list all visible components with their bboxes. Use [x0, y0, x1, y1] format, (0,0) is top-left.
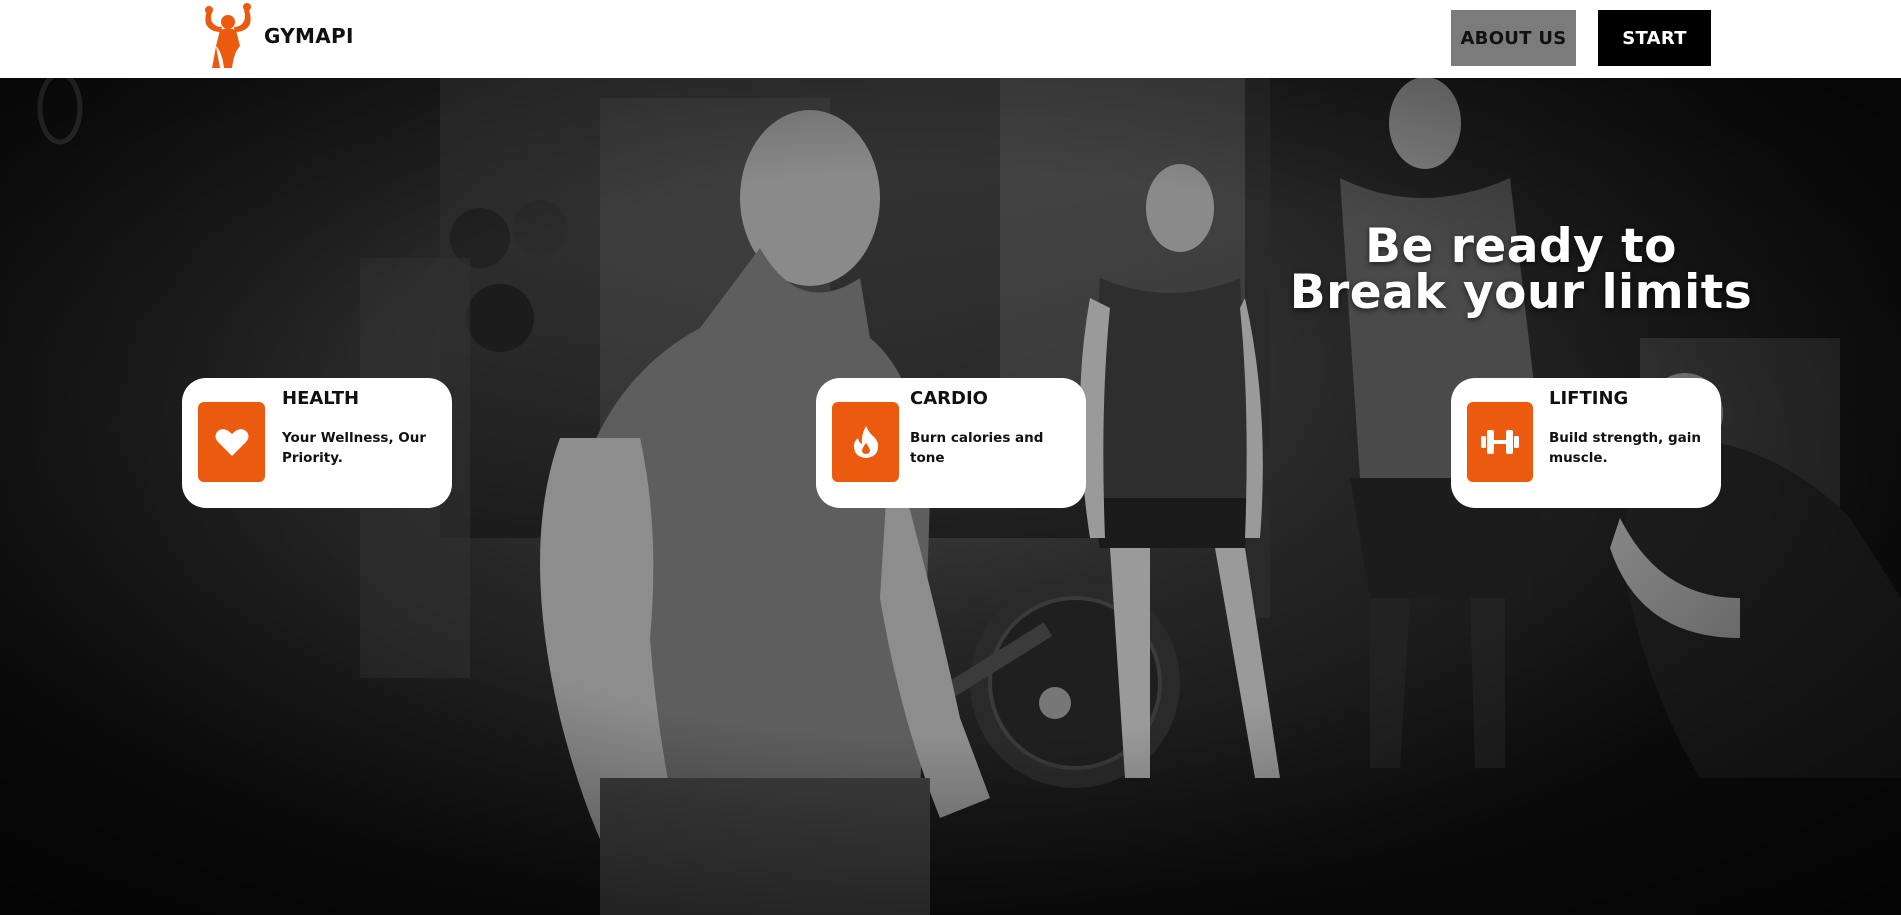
feature-title: CARDIO	[910, 388, 988, 409]
brand-logo-link[interactable]: GYMAPI	[194, 2, 354, 70]
hero-headline-line2: Break your limits	[1289, 265, 1753, 320]
heart-icon	[215, 429, 248, 456]
feature-description: Your Wellness, Our Priority.	[282, 430, 427, 466]
flame-icon	[853, 426, 878, 458]
feature-title: HEALTH	[282, 388, 360, 409]
dumbbell-icon	[1481, 430, 1519, 454]
feature-card-cardio: CARDIO Burn calories and tone	[816, 378, 1086, 508]
feature-title: LIFTING	[1549, 388, 1629, 409]
start-button[interactable]: START	[1598, 10, 1711, 66]
about-us-button[interactable]: ABOUT US	[1451, 10, 1576, 66]
feature-description: Burn calories and tone	[910, 430, 1044, 466]
cardio-badge	[832, 402, 899, 482]
flexing-bodybuilder-icon	[205, 3, 251, 68]
hero-headline-line1: Be ready to	[1365, 219, 1677, 274]
feature-card-health: HEALTH Your Wellness, Our Priority.	[182, 378, 452, 508]
feature-description: Build strength, gain muscle.	[1549, 430, 1702, 466]
top-navigation-bar: GYMAPI ABOUT US START	[0, 0, 1901, 78]
feature-card-lifting: LIFTING Build strength, gain muscle.	[1451, 378, 1721, 508]
health-badge	[198, 402, 265, 482]
brand-name: GYMAPI	[264, 24, 354, 48]
lifting-badge	[1467, 402, 1533, 482]
hero-headline: Be ready to Break your limits	[1240, 219, 1802, 320]
